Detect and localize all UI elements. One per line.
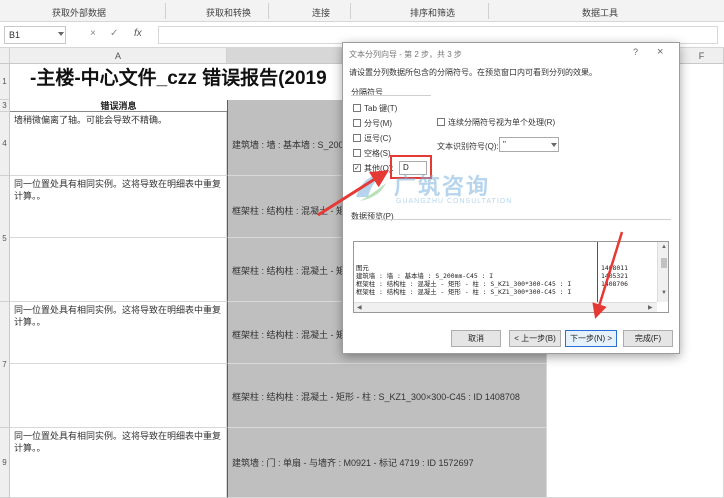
preview-cell: 1408706	[601, 280, 628, 288]
consecutive-delimiters-label: 连续分隔符号视为单个处理(R)	[448, 118, 556, 127]
preview-cell: 1405321	[601, 272, 628, 280]
dialog-instruction: 请设置分列数据所包含的分隔符号。在预览窗口内可看到分列的效果。	[349, 68, 597, 77]
cell-a6[interactable]	[10, 238, 227, 302]
preview-column-2[interactable]: 1408011 1405321 1408706	[599, 242, 657, 302]
cell-a4[interactable]: 墙稍微偏离了轴。可能会导致不精确。	[10, 112, 227, 176]
watermark-icon	[356, 174, 386, 201]
preview-horizontal-scrollbar[interactable]: ◀ ▶	[354, 302, 657, 312]
cancel-formula-icon[interactable]: ×	[90, 28, 96, 39]
watermark-subtitle: GUANGZHU CONSULTATION	[396, 198, 513, 205]
preview-column-1[interactable]: 图元 建筑墙 : 墙 : 基本墙 : S_200mm-C45 : I 框架柱 :…	[354, 242, 598, 302]
preview-cell: 1408011	[601, 264, 628, 272]
delimiters-group-label: 分隔符号	[351, 88, 383, 97]
ribbon-separator	[350, 3, 351, 19]
data-preview-pane[interactable]: 图元 建筑墙 : 墙 : 基本墙 : S_200mm-C45 : I 框架柱 :…	[353, 241, 669, 313]
group-divider	[351, 95, 431, 96]
cell-a9[interactable]: 同一位置处具有相同实例。这将导致在明细表中重复计算。。	[10, 428, 227, 498]
ribbon-group-data-tools: 数据工具	[582, 8, 619, 18]
help-icon[interactable]: ?	[633, 47, 638, 57]
checkbox-icon[interactable]	[353, 133, 361, 142]
group-divider	[351, 219, 671, 220]
scroll-down-icon[interactable]: ▼	[661, 290, 667, 296]
preview-cell: 框架柱 : 结构柱 : 混凝土 - 矩形 - 柱 : S_KZ1_300*300…	[356, 288, 572, 296]
text-qualifier-select[interactable]: "	[499, 137, 559, 152]
ribbon-group-get-external-data: 获取外部数据	[52, 8, 107, 18]
chevron-down-icon[interactable]	[551, 143, 557, 147]
preview-vertical-scrollbar[interactable]: ▲ ▼	[657, 242, 668, 302]
row-header-1[interactable]: 1	[0, 64, 10, 100]
tab-checkbox[interactable]: Tab 键(T)	[353, 103, 397, 114]
error-message-header[interactable]: 错误消息	[10, 100, 227, 112]
select-all-corner[interactable]	[0, 48, 10, 64]
column-header-b[interactable]	[227, 48, 342, 64]
row-header-4[interactable]: 4	[0, 112, 10, 176]
ribbon-separator	[268, 3, 269, 19]
next-button[interactable]: 下一步(N) >	[565, 330, 617, 347]
watermark-brand: 广筑咨询	[394, 174, 491, 199]
ribbon-group-sort-filter: 排序和筛选	[410, 8, 456, 18]
scroll-left-icon[interactable]: ◀	[357, 304, 362, 311]
checkbox-icon[interactable]	[353, 103, 361, 112]
finish-button[interactable]: 完成(F)	[623, 330, 673, 347]
tab-checkbox-label: Tab 键(T)	[364, 104, 398, 113]
preview-cell: 框架柱 : 结构柱 : 混凝土 - 矩形 - 柱 : S_KZ1_300*300…	[356, 280, 572, 288]
column-header-a[interactable]: A	[10, 48, 227, 64]
row-header-3[interactable]: 3	[0, 100, 10, 112]
back-button[interactable]: < 上一步(B)	[509, 330, 561, 347]
cell-a5[interactable]: 同一位置处具有相同实例。这将导致在明细表中重复计算。。	[10, 176, 227, 238]
space-checkbox-label: 空格(S)	[364, 149, 391, 158]
cell-b9[interactable]: 建筑墙 : 门 : 单扇 - 与墙齐 : M0921 - 标记 4719 : I…	[227, 428, 547, 498]
name-box[interactable]: B1	[4, 26, 66, 44]
enter-formula-icon[interactable]: ✓	[110, 28, 118, 39]
checkbox-icon[interactable]	[353, 118, 361, 127]
fx-icon[interactable]: fx	[134, 28, 142, 39]
comma-checkbox-label: 逗号(C)	[364, 134, 392, 143]
dialog-title: 文本分列向导 - 第 2 步，共 3 步	[349, 50, 462, 59]
row-header-9[interactable]: 9	[0, 428, 10, 498]
space-checkbox[interactable]: 空格(S)	[353, 148, 391, 159]
checkbox-icon[interactable]	[353, 148, 361, 157]
preview-cell: 图元	[356, 264, 369, 272]
comma-checkbox[interactable]: 逗号(C)	[353, 133, 391, 144]
preview-cell: 建筑墙 : 墙 : 基本墙 : S_200mm-C45 : I	[356, 272, 494, 280]
semicolon-checkbox-label: 分号(M)	[364, 119, 392, 128]
cancel-button[interactable]: 取消	[451, 330, 501, 347]
semicolon-checkbox[interactable]: 分号(M)	[353, 118, 392, 129]
text-qualifier-label: 文本识别符号(Q):	[437, 142, 499, 151]
ribbon-separator	[488, 3, 489, 19]
row-header-7[interactable]: 7	[0, 302, 10, 428]
ribbon-group-labels: 获取外部数据 获取和转换 连接 排序和筛选 数据工具	[0, 0, 724, 22]
watermark-logo: 广筑咨询 GUANGZHU CONSULTATION	[350, 165, 511, 215]
chevron-down-icon[interactable]	[58, 32, 64, 36]
consecutive-delimiters-checkbox[interactable]: 连续分隔符号视为单个处理(R)	[437, 117, 555, 128]
ribbon-group-connections: 连接	[312, 8, 331, 18]
cell-a7[interactable]: 同一位置处具有相同实例。这将导致在明细表中重复计算。。	[10, 302, 227, 364]
scroll-up-icon[interactable]: ▲	[661, 244, 667, 250]
scroll-right-icon[interactable]: ▶	[648, 304, 653, 311]
cell-a8[interactable]	[10, 364, 227, 428]
scroll-thumb[interactable]	[661, 258, 667, 268]
report-title[interactable]: -主楼-中心文件_czz 错误报告(2019	[10, 64, 350, 94]
cell-b8[interactable]: 框架柱 : 结构柱 : 混凝土 - 矩形 - 柱 : S_KZ1_300×300…	[227, 364, 547, 428]
column-header-f[interactable]: F	[680, 48, 724, 64]
close-icon[interactable]: ×	[657, 46, 663, 58]
ribbon-separator	[165, 3, 166, 19]
row-header-5[interactable]: 5	[0, 176, 10, 302]
ribbon-group-get-transform: 获取和转换	[206, 8, 252, 18]
checkbox-icon[interactable]	[437, 117, 445, 126]
